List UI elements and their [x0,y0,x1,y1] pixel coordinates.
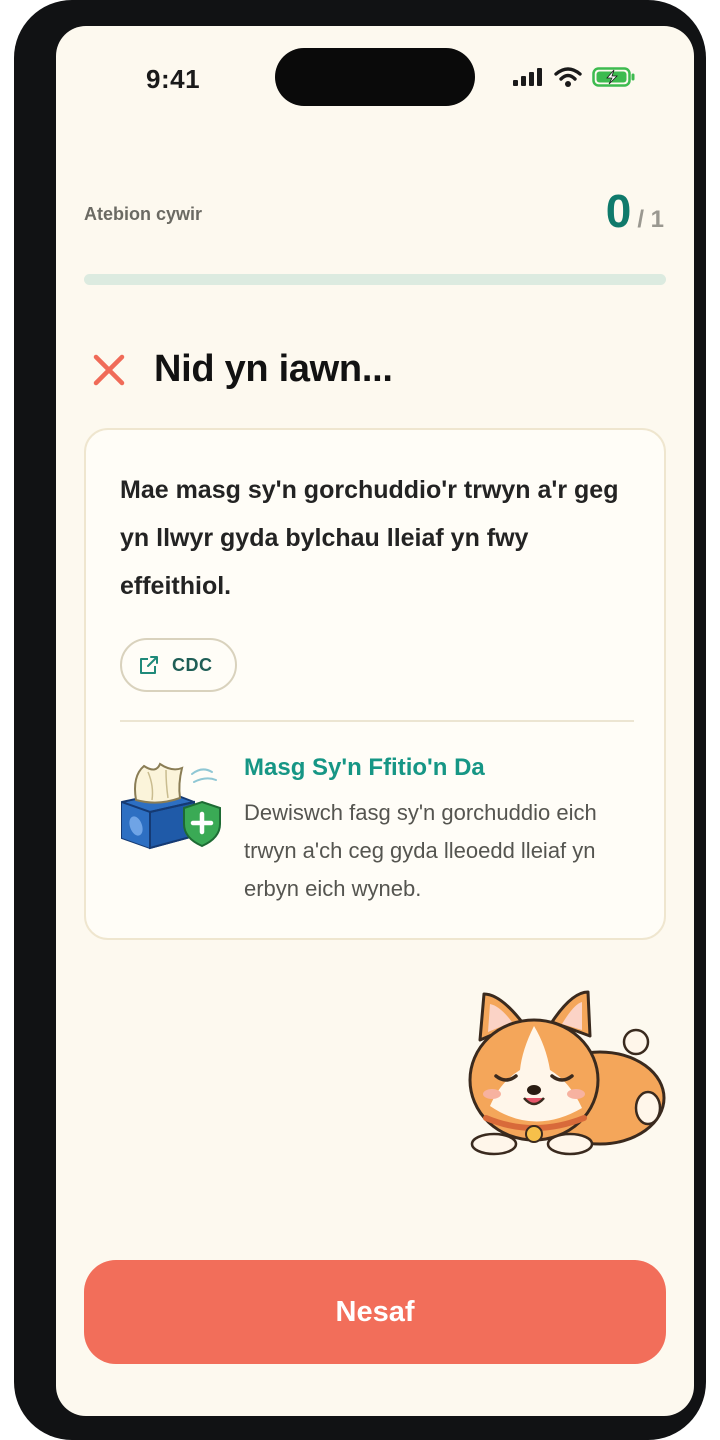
battery-charging-icon [592,67,635,87]
card-divider [120,720,634,722]
tissue-box-shield-icon [121,762,221,850]
correct-statement: Mae masg sy'n gorchuddio'r trwyn a'r geg… [120,476,619,600]
close-icon [93,354,125,385]
score-correct: 0 [605,185,632,237]
result-header: Nid yn iawn... [92,348,393,391]
screen: 9:41 Atebion cywir 0 / 1 Nid yn iawn... … [56,26,694,1416]
dynamic-island [275,48,475,106]
tip-title: Masg Sy'n Ffitio'n Da [244,754,485,781]
cellular-signal-icon [513,68,542,86]
tip-body: Dewiswch fasg sy'n gorchuddio eich trwyn… [244,800,597,901]
status-icons [512,66,636,88]
result-title: Nid yn iawn... [154,348,393,390]
source-link-button[interactable]: CDC [120,638,237,692]
score-total: / 1 [637,206,664,233]
next-button-label: Nesaf [335,1295,415,1328]
source-label: CDC [172,654,213,675]
status-time: 9:41 [146,64,201,94]
explanation-card: Mae masg sy'n gorchuddio'r trwyn a'r geg… [84,428,666,940]
wifi-icon [554,67,582,87]
external-link-icon [140,656,158,674]
corgi-sleeping-icon [468,990,666,1156]
score-label: Atebion cywir [84,204,203,224]
score-counter: 0 / 1 [606,184,664,238]
phone-frame: 9:41 Atebion cywir 0 / 1 Nid yn iawn... … [14,0,706,1440]
next-button[interactable]: Nesaf [84,1260,666,1364]
progress-bar [84,274,666,285]
